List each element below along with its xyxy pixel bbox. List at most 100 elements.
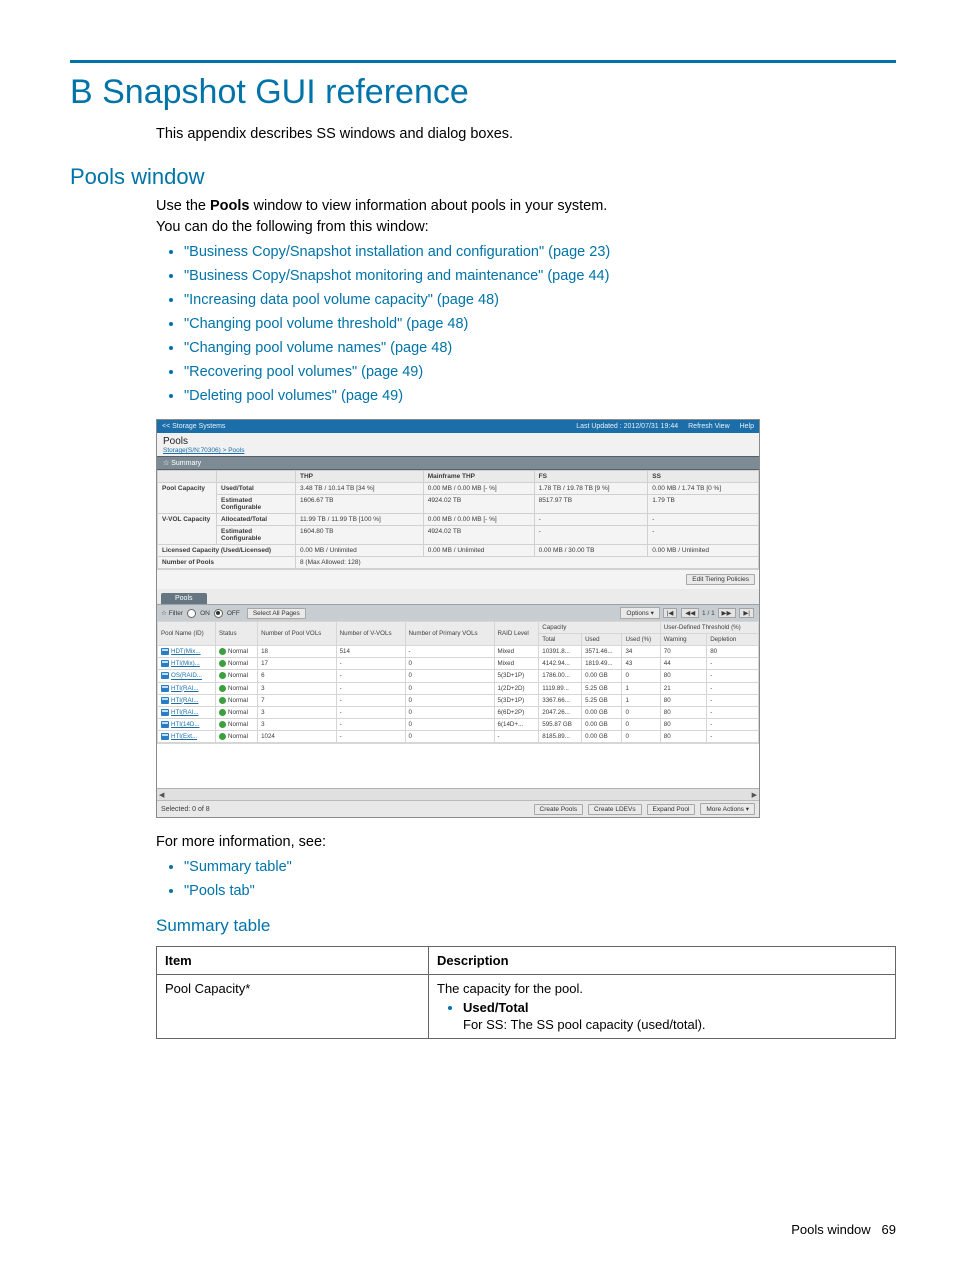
table-row[interactable]: OS(RAID...Normal6-05(3D+1P)1786.00...0.0… — [158, 670, 759, 682]
status-icon — [219, 709, 226, 716]
screenshot-container: << Storage Systems Last Updated : 2012/0… — [156, 419, 760, 818]
crossref-link[interactable]: "Recovering pool volumes" (page 49) — [184, 364, 423, 380]
th-raid[interactable]: RAID Level — [494, 622, 539, 646]
pager-total: / 1 — [707, 610, 714, 617]
pager-current: 1 — [702, 610, 706, 617]
table-row[interactable]: HTI(Ext...Normal1024-0-8185.89...0.00 GB… — [158, 731, 759, 743]
create-ldevs-button[interactable]: Create LDEVs — [588, 804, 642, 815]
crossref-link[interactable]: "Changing pool volume names" (page 48) — [184, 340, 452, 356]
status-icon — [219, 685, 226, 692]
th-item: Item — [157, 947, 429, 975]
last-updated: Last Updated : 2012/07/31 19:44 — [576, 423, 678, 430]
table-row[interactable]: HTI(RAI...Normal7-05(3D+1P)3367.66...5.2… — [158, 694, 759, 706]
pool-name-link[interactable]: HDT(Mix... — [171, 648, 201, 655]
back-link[interactable]: << Storage Systems — [162, 423, 225, 430]
col-fs: FS — [534, 471, 648, 483]
pager-last-icon[interactable]: ▶| — [739, 608, 754, 618]
row-vvol-capacity: V-VOL Capacity — [158, 514, 217, 545]
row-licensed-capacity: Licensed Capacity (Used/Licensed) — [158, 545, 296, 557]
summary-table: THP Mainframe THP FS SS Pool Capacity Us… — [157, 470, 759, 569]
th-cap-used-pct[interactable]: Used (%) — [622, 634, 660, 646]
pool-name-link[interactable]: HTI(Mix)... — [171, 660, 200, 667]
table-row[interactable]: HTI(Mix)...Normal17-0Mixed4142.94...1819… — [158, 658, 759, 670]
status-icon — [219, 672, 226, 679]
cell-item: Pool Capacity* — [157, 975, 429, 1039]
row-pool-capacity: Pool Capacity — [158, 483, 217, 514]
pool-icon — [161, 733, 169, 740]
table-row[interactable]: HTI(14D...Normal3-06(14D+...595.87 GB0.0… — [158, 718, 759, 730]
see-list: "Summary table" "Pools tab" — [156, 857, 896, 902]
pools-intro-line1: Use the Pools window to view information… — [156, 196, 896, 217]
pager-prev-icon[interactable]: ◀◀ — [681, 608, 699, 618]
crossref-link[interactable]: "Changing pool volume threshold" (page 4… — [184, 316, 468, 332]
th-capacity-group: Capacity — [539, 622, 661, 634]
cross-ref-list: "Business Copy/Snapshot installation and… — [156, 242, 896, 407]
pool-icon — [161, 648, 169, 655]
page-title: Pools — [157, 433, 759, 447]
see-link[interactable]: "Pools tab" — [184, 883, 255, 899]
pool-name-link[interactable]: HTI(RAI... — [171, 697, 199, 704]
th-threshold-group: User-Defined Threshold (%) — [660, 622, 758, 634]
th-description: Description — [429, 947, 896, 975]
expand-pool-button[interactable]: Expand Pool — [647, 804, 696, 815]
th-pool-vols[interactable]: Number of Pool VOLs — [258, 622, 337, 646]
pool-name-link[interactable]: HTI(RAI... — [171, 685, 199, 692]
th-cap-used[interactable]: Used — [582, 634, 622, 646]
filter-label: ☆ Filter — [161, 609, 183, 617]
col-mainframe-thp: Mainframe THP — [423, 471, 534, 483]
pool-name-link[interactable]: HTI(RAI... — [171, 709, 199, 716]
refresh-view-link[interactable]: Refresh View — [688, 423, 730, 430]
section-pools-window: Pools window — [70, 164, 896, 190]
th-primary-vols[interactable]: Number of Primary VOLs — [405, 622, 494, 646]
table-row[interactable]: HDT(Mix...Normal18514-Mixed10391.8...357… — [158, 646, 759, 658]
pool-icon — [161, 660, 169, 667]
scroll-right-icon[interactable]: ▶ — [752, 791, 757, 799]
th-cap-total[interactable]: Total — [539, 634, 582, 646]
th-thr-dep[interactable]: Depletion — [707, 634, 759, 646]
pager-next-icon[interactable]: ▶▶ — [718, 608, 736, 618]
th-thr-warn[interactable]: Warning — [660, 634, 706, 646]
crossref-link[interactable]: "Business Copy/Snapshot monitoring and m… — [184, 268, 609, 284]
subsection-summary-table: Summary table — [156, 916, 896, 936]
summary-panel-header[interactable]: ☆ Summary — [157, 456, 759, 470]
more-actions-dropdown[interactable]: More Actions ▾ — [700, 803, 755, 815]
pools-intro-line2: You can do the following from this windo… — [156, 217, 896, 238]
status-icon — [219, 733, 226, 740]
help-link[interactable]: Help — [740, 423, 754, 430]
crossref-link[interactable]: "Business Copy/Snapshot installation and… — [184, 244, 610, 260]
appendix-title: B Snapshot GUI reference — [70, 73, 896, 112]
select-all-pages-button[interactable]: Select All Pages — [247, 608, 306, 619]
row-number-of-pools: Number of Pools — [158, 557, 296, 569]
status-icon — [219, 648, 226, 655]
selected-count: Selected: 0 of 8 — [161, 806, 210, 813]
pool-name-link[interactable]: OS(RAID... — [171, 673, 202, 680]
pool-name-link[interactable]: HTI(Ext... — [171, 733, 197, 740]
crossref-link[interactable]: "Deleting pool volumes" (page 49) — [184, 388, 403, 404]
horizontal-scrollbar[interactable]: ◀ ▶ — [157, 788, 759, 800]
table-row[interactable]: HTI(RAI...Normal3-01(2D+2D)1119.89...5.2… — [158, 682, 759, 694]
edit-tiering-policies-button[interactable]: Edit Tiering Policies — [686, 574, 755, 585]
crossref-link[interactable]: "Increasing data pool volume capacity" (… — [184, 292, 499, 308]
pool-icon — [161, 697, 169, 704]
page-footer: Pools window 69 — [791, 1222, 896, 1237]
pager-first-icon[interactable]: |◀ — [663, 608, 678, 618]
scroll-left-icon[interactable]: ◀ — [159, 791, 164, 799]
th-status[interactable]: Status — [216, 622, 258, 646]
pool-icon — [161, 685, 169, 692]
pool-name-link[interactable]: HTI(14D... — [171, 721, 200, 728]
breadcrumb[interactable]: Storage(S/N:70306) > Pools — [157, 447, 759, 456]
th-vvols[interactable]: Number of V-VOLs — [336, 622, 405, 646]
status-icon — [219, 721, 226, 728]
pool-icon — [161, 721, 169, 728]
table-row[interactable]: HTI(RAI...Normal3-06(6D+2P)2047.26...0.0… — [158, 706, 759, 718]
create-pools-button[interactable]: Create Pools — [534, 804, 584, 815]
filter-on-radio[interactable] — [187, 609, 196, 618]
cell-description: The capacity for the pool. Used/Total Fo… — [429, 975, 896, 1039]
see-link[interactable]: "Summary table" — [184, 859, 292, 875]
filter-off-radio[interactable] — [214, 609, 223, 618]
tab-pools[interactable]: Pools — [161, 593, 207, 604]
options-dropdown[interactable]: Options ▾ — [620, 607, 659, 619]
col-thp: THP — [296, 471, 424, 483]
col-ss: SS — [648, 471, 759, 483]
th-pool-name[interactable]: Pool Name (ID) — [158, 622, 216, 646]
